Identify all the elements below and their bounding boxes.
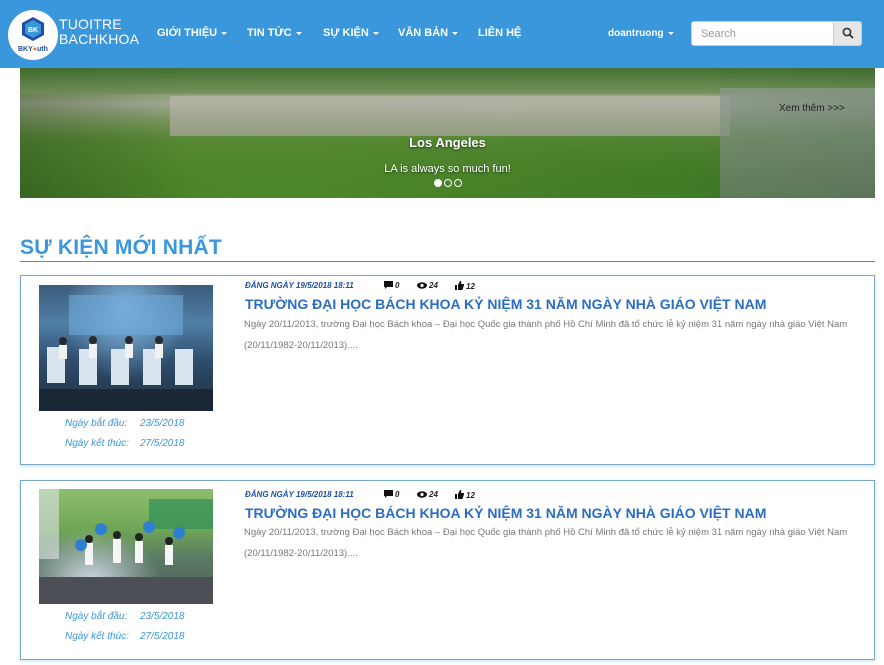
brand-logo[interactable]: BK BKY●uth <box>8 10 58 60</box>
caret-down-icon <box>452 31 459 35</box>
nav-tin-tuc[interactable]: TIN TỨC <box>247 27 302 39</box>
comment-icon <box>384 490 393 498</box>
event-description: Ngày 20/11/2013, trường Đại học Bách kho… <box>244 527 848 559</box>
caret-down-icon <box>221 31 228 35</box>
search-icon <box>842 27 854 39</box>
event-start-date: Ngày bắt đầu: 23/5/2018 <box>65 418 185 429</box>
carousel-caption-title: Los Angeles <box>409 135 486 150</box>
eye-icon <box>417 282 427 289</box>
carousel-dot-1[interactable] <box>434 179 442 187</box>
event-likes[interactable]: 12 <box>455 281 475 291</box>
event-description: Ngày 20/11/2013, trường Đại học Bách kho… <box>244 319 848 351</box>
nav-su-kien[interactable]: SỰ KIỆN <box>323 27 379 39</box>
logo-wordmark: BKY●uth <box>18 46 48 53</box>
event-thumbnail[interactable] <box>39 489 213 604</box>
navbar: BK BKY●uth TUOITRE BACHKHOA GIỚI THIỆU T… <box>0 0 884 68</box>
caret-down-icon <box>667 31 674 35</box>
nav-gioi-thieu[interactable]: GIỚI THIỆU <box>157 27 228 39</box>
event-comments[interactable]: 0 <box>384 490 399 499</box>
event-posted-date: ĐĂNG NGÀY 19/5/2018 18:11 <box>245 490 354 499</box>
event-posted-date: ĐĂNG NGÀY 19/5/2018 18:11 <box>245 281 354 290</box>
section-title: SỰ KIỆN MỚI NHẤT <box>20 236 222 259</box>
svg-text:BK: BK <box>28 27 38 34</box>
event-views: 24 <box>417 281 438 290</box>
caret-down-icon <box>295 31 302 35</box>
event-views: 24 <box>417 490 438 499</box>
search-button[interactable] <box>833 21 862 46</box>
event-likes[interactable]: 12 <box>455 490 475 500</box>
section-divider <box>20 261 875 262</box>
nav-lien-he[interactable]: LIÊN HỆ <box>478 27 521 39</box>
carousel-indicators <box>434 179 464 189</box>
event-comments[interactable]: 0 <box>384 281 399 290</box>
event-title[interactable]: TRƯỜNG ĐẠI HỌC BÁCH KHOA KỶ NIỆM 31 NĂM … <box>245 296 766 312</box>
brand-name[interactable]: TUOITRE BACHKHOA <box>59 17 139 47</box>
carousel-dot-3[interactable] <box>454 179 462 187</box>
thumbs-up-icon <box>455 490 465 499</box>
search-input[interactable]: Search <box>691 21 834 46</box>
comment-icon <box>384 281 393 289</box>
user-menu[interactable]: doantruong <box>608 28 674 39</box>
brand-line-2: BACHKHOA <box>59 31 140 47</box>
event-card[interactable]: Ngày bắt đầu: 23/5/2018 Ngày kết thúc: 27/… <box>20 275 875 465</box>
carousel-dot-2[interactable] <box>444 179 452 187</box>
carousel-caption-text: LA is always so much fun! <box>384 163 511 175</box>
see-more-link[interactable]: Xem thêm >>> <box>779 103 845 114</box>
event-photo-ceremony <box>39 295 213 411</box>
eye-icon <box>417 491 427 498</box>
brand-line-1: TUOITRE <box>59 16 122 32</box>
event-photo-cheerleaders <box>39 489 213 604</box>
event-thumbnail[interactable] <box>39 285 213 411</box>
hexagon-logo-icon: BK <box>22 17 44 41</box>
hero-carousel[interactable]: Xem thêm >>> Los Angeles LA is always so… <box>20 68 875 198</box>
event-card[interactable]: Ngày bắt đầu: 23/5/2018 Ngày kết thúc: 27/… <box>20 480 875 660</box>
event-end-date: Ngày kết thúc: 27/5/2018 <box>65 438 185 449</box>
caret-down-icon <box>372 31 379 35</box>
event-start-date: Ngày bắt đầu: 23/5/2018 <box>65 611 185 622</box>
event-title[interactable]: TRƯỜNG ĐẠI HỌC BÁCH KHOA KỶ NIỆM 31 NĂM … <box>245 505 766 521</box>
event-end-date: Ngày kết thúc: 27/5/2018 <box>65 631 185 642</box>
thumbs-up-icon <box>455 281 465 290</box>
carousel-image-walkway <box>170 96 730 136</box>
nav-van-ban[interactable]: VĂN BẢN <box>398 27 459 39</box>
